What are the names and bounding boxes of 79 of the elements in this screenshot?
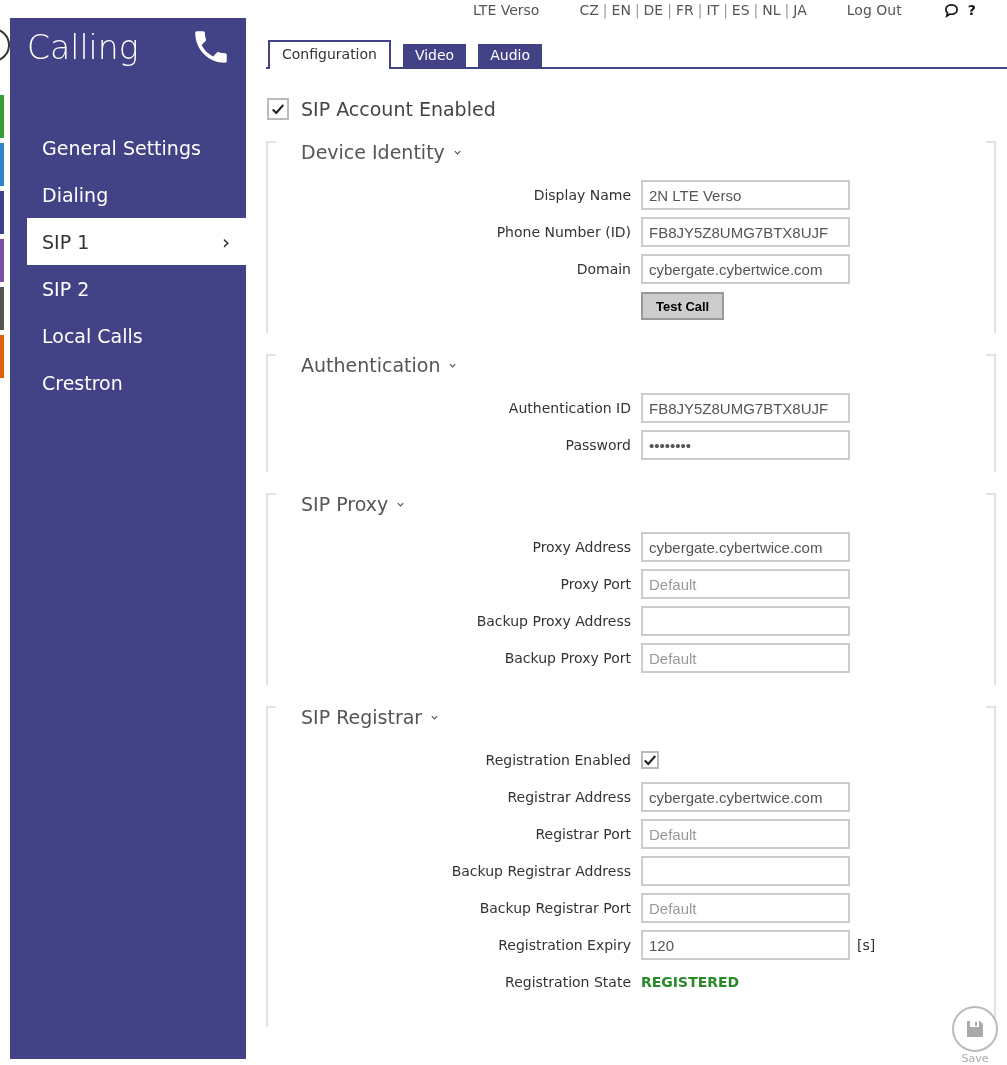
module-tab[interactable] (0, 239, 4, 282)
field-label: Registration State (504, 974, 631, 990)
separator: | (667, 2, 672, 18)
separator: | (634, 2, 640, 18)
checkbox[interactable] (641, 751, 659, 769)
check-icon (271, 102, 285, 116)
input-field[interactable] (641, 606, 850, 636)
tab[interactable]: Audio (478, 44, 542, 67)
save-label: Save (961, 1052, 989, 1065)
field-label: Authentication ID (507, 400, 631, 416)
help-icon[interactable]: ? (967, 2, 976, 18)
input-field[interactable]: 2N LTE Verso (641, 180, 850, 210)
input-field[interactable]: FB8JY5Z8UMG7BTX8UJF (641, 217, 850, 247)
device-name: LTE Verso (473, 2, 540, 18)
input-field[interactable]: Default (641, 819, 850, 849)
input-field[interactable]: Default (641, 569, 850, 599)
field-label: Backup Proxy Address (475, 613, 631, 629)
unit-label: [s] (857, 937, 876, 953)
chat-icon[interactable] (943, 2, 959, 18)
separator: | (602, 2, 608, 18)
checkbox-label: SIP Account Enabled (301, 98, 496, 120)
tab[interactable]: Video (402, 44, 467, 67)
sidebar-item[interactable]: Crestron (27, 359, 246, 406)
language-link[interactable]: ES (731, 2, 750, 18)
status-text: REGISTERED (641, 974, 740, 990)
sidebar-item[interactable]: SIP 1 › (27, 218, 246, 265)
section-header[interactable]: SIP Registrar (268, 706, 994, 728)
section-header[interactable]: SIP Proxy (268, 493, 994, 515)
separator: | (753, 2, 759, 18)
input-field[interactable]: cybergate.cybertwice.com (641, 782, 850, 812)
field-label: Registration Expiry (497, 937, 631, 953)
module-tab[interactable] (0, 95, 4, 138)
input-field[interactable] (641, 856, 850, 886)
module-tab[interactable] (0, 143, 4, 186)
separator: | (784, 2, 790, 18)
logout-link[interactable]: Log Out (846, 2, 902, 18)
tab[interactable]: Configuration (268, 40, 391, 69)
section-header[interactable]: Device Identity (268, 141, 994, 163)
input-field[interactable]: •••••••• (641, 430, 850, 460)
module-tab[interactable] (0, 191, 4, 234)
sidebar-item[interactable]: SIP 2 (27, 265, 246, 312)
sidebar-title: Calling (27, 27, 139, 67)
language-link[interactable]: EN (611, 2, 631, 18)
field-label: Phone Number (ID) (495, 224, 631, 240)
input-field[interactable]: FB8JY5Z8UMG7BTX8UJF (641, 393, 850, 423)
language-link[interactable]: JA (793, 2, 807, 18)
language-link[interactable]: NL (762, 2, 781, 18)
module-tab[interactable] (0, 287, 4, 330)
test-call-button[interactable]: Test Call (641, 292, 725, 320)
field-label: Registrar Port (534, 826, 631, 842)
input-field[interactable]: Default (641, 643, 850, 673)
section-header[interactable]: Authentication (268, 354, 994, 376)
input-field[interactable]: Default (641, 893, 850, 923)
input-field[interactable]: cybergate.cybertwice.com (641, 532, 850, 562)
input-field[interactable]: 120 (641, 930, 850, 960)
input-field[interactable]: cybergate.cybertwice.com (641, 254, 850, 284)
checkbox[interactable] (267, 98, 289, 120)
language-link[interactable]: CZ (579, 2, 599, 18)
field-label: Domain (575, 261, 631, 277)
field-label: Proxy Port (559, 576, 631, 592)
field-label: Password (564, 437, 631, 453)
field-label: Registration Enabled (484, 752, 631, 768)
check-icon (643, 753, 657, 767)
save-button[interactable] (952, 1006, 998, 1052)
language-link[interactable]: FR (675, 2, 694, 18)
module-tab[interactable] (0, 335, 4, 378)
field-label: Proxy Address (531, 539, 631, 555)
language-link[interactable]: IT (706, 2, 720, 18)
field-label: Registrar Address (506, 789, 631, 805)
field-label: Backup Registrar Port (478, 900, 631, 916)
sidebar-item[interactable]: Local Calls (27, 312, 246, 359)
field-label: Display Name (532, 187, 631, 203)
separator: | (723, 2, 728, 18)
field-label: Backup Registrar Address (450, 863, 631, 879)
sidebar-item[interactable]: General Settings (27, 124, 246, 171)
language-link[interactable]: DE (643, 2, 664, 18)
sidebar-item[interactable]: Dialing (27, 171, 246, 218)
field-label: Backup Proxy Port (503, 650, 631, 666)
separator: | (697, 2, 703, 18)
